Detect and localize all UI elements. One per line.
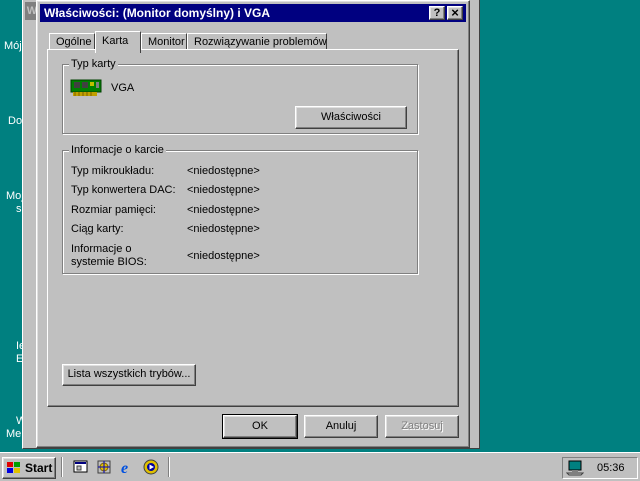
close-button[interactable]: × <box>447 6 463 20</box>
memory-size-label: Rozmiar pamięci: <box>71 204 156 216</box>
adapter-name: VGA <box>111 82 135 94</box>
taskbar-separator <box>61 457 63 477</box>
dialog-title: Właściwości: (Monitor domyślny) i VGA <box>44 6 271 20</box>
help-button[interactable]: ? <box>429 6 445 20</box>
taskbar: Start e 05:36 <box>0 452 640 481</box>
taskbar-separator-2 <box>168 457 170 477</box>
adapter-properties-button[interactable]: Właściwości <box>295 106 407 129</box>
display-settings-tray-icon[interactable] <box>565 460 585 479</box>
adapter-tab-panel: Typ karty VGA Właściwości Informacje o k… <box>47 49 459 407</box>
adapter-info-group: Informacje o karcie Typ mikroukładu: <ni… <box>62 144 418 274</box>
chip-type-value: <niedostępne> <box>187 165 260 177</box>
adapter-string-value: <niedostępne> <box>187 223 260 235</box>
start-button[interactable]: Start <box>2 457 56 479</box>
info-row-memory-size: Rozmiar pamięci: <niedostępne> <box>71 204 401 218</box>
start-label: Start <box>25 461 53 475</box>
chip-type-label: Typ mikroukładu: <box>71 165 155 177</box>
svg-text:e: e <box>121 460 128 475</box>
adapter-type-group-label: Typ karty <box>69 58 118 70</box>
adapter-type-group: Typ karty VGA Właściwości <box>62 58 418 134</box>
system-tray: 05:36 <box>562 457 638 479</box>
desktop-icon-label-windows-media-2: Me <box>6 428 22 440</box>
media-player-icon[interactable] <box>143 459 159 475</box>
internet-explorer-icon[interactable]: e <box>120 459 136 477</box>
ok-button[interactable]: OK <box>222 414 298 439</box>
dialog-titlebar[interactable]: Właściwości: (Monitor domyślny) i VGA ? … <box>40 4 466 22</box>
dac-type-value: <niedostępne> <box>187 184 260 196</box>
display-adapter-icon <box>70 78 102 101</box>
adapter-string-label: Ciąg karty: <box>71 223 124 235</box>
bios-info-label: Informacje o systemie BIOS: <box>71 243 147 268</box>
clock[interactable]: 05:36 <box>597 462 625 474</box>
tab-adapter[interactable]: Karta <box>95 31 141 53</box>
desktop-icon-label-my-computer[interactable]: Mój <box>4 40 22 53</box>
bios-info-value: <niedostępne> <box>187 250 260 262</box>
info-row-adapter-string: Ciąg karty: <niedostępne> <box>71 223 401 237</box>
windows-logo-icon <box>6 461 22 478</box>
memory-size-value: <niedostępne> <box>187 204 260 216</box>
cancel-button[interactable]: Anuluj <box>304 415 378 438</box>
desktop-icon-label-network-2: s <box>16 203 22 215</box>
close-icon: × <box>451 5 459 20</box>
list-all-modes-button[interactable]: Lista wszystkich trybów... <box>62 364 196 386</box>
desktop-icon-label-documents[interactable]: Do <box>8 115 22 128</box>
apply-button[interactable]: Zastosuj <box>385 415 459 438</box>
info-row-chip-type: Typ mikroukładu: <niedostępne> <box>71 165 401 179</box>
adapter-info-group-label: Informacje o karcie <box>69 144 166 156</box>
properties-dialog[interactable]: Właściwości: (Monitor domyślny) i VGA ? … <box>36 0 470 448</box>
channels-icon[interactable] <box>96 459 112 475</box>
info-row-dac-type: Typ konwertera DAC: <niedostępne> <box>71 184 401 198</box>
show-desktop-icon[interactable] <box>73 459 89 475</box>
info-row-bios: Informacje o systemie BIOS: <niedostępne… <box>71 243 401 271</box>
dac-type-label: Typ konwertera DAC: <box>71 184 176 196</box>
